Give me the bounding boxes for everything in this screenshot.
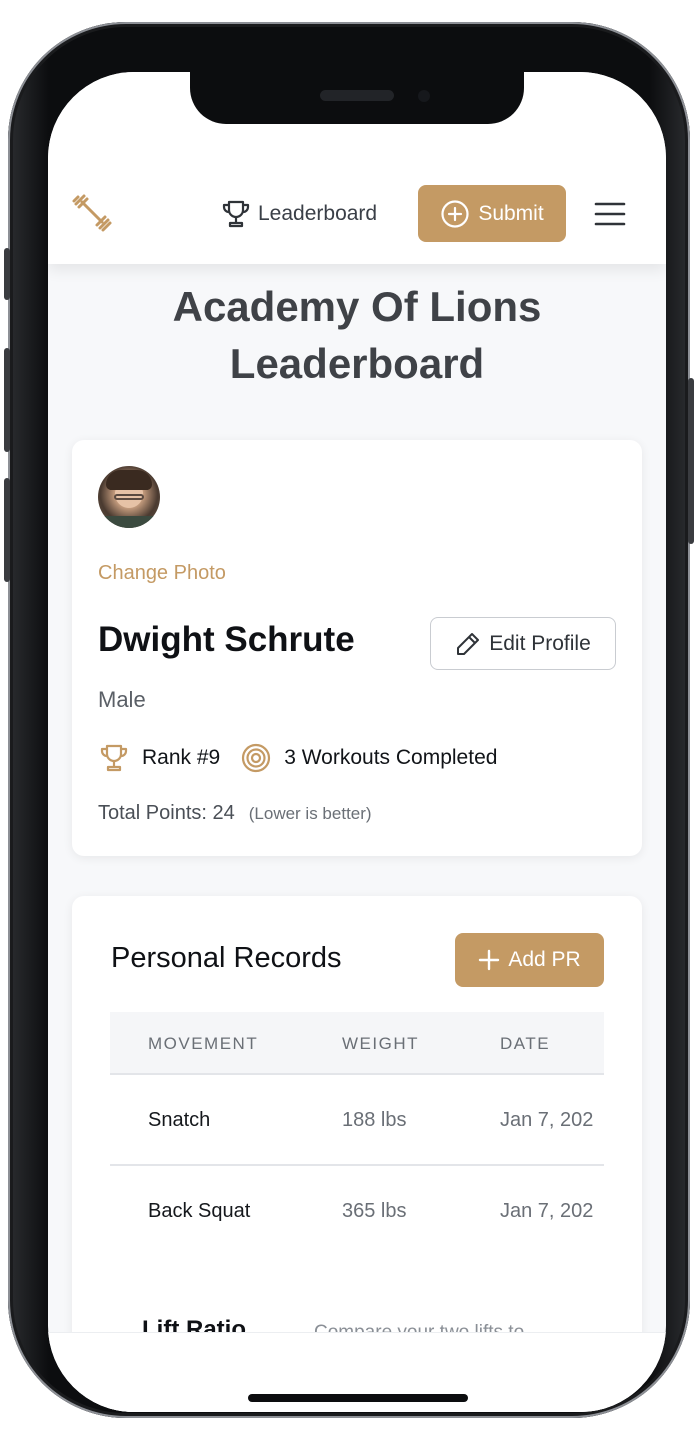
table-header: MOVEMENT WEIGHT DATE xyxy=(110,1012,604,1075)
row-movement: Back Squat xyxy=(148,1200,251,1222)
row-movement: Snatch xyxy=(148,1109,211,1131)
volume-down-button xyxy=(4,478,10,582)
nav-leaderboard-link[interactable]: Leaderboard xyxy=(220,196,377,232)
row-weight: 188 lbs xyxy=(342,1109,407,1131)
trophy-icon xyxy=(222,200,250,228)
page-title-text: Academy Of Lions Leaderboard xyxy=(172,283,542,387)
power-button xyxy=(688,378,694,544)
phone-screen: Leaderboard Submit Academy Of Lions Lead… xyxy=(48,72,666,1412)
page-title: Academy Of Lions Leaderboard xyxy=(48,278,666,392)
avatar[interactable] xyxy=(98,466,160,528)
front-camera xyxy=(418,90,430,102)
plus-icon xyxy=(479,949,500,971)
pencil-icon xyxy=(457,632,480,655)
rank-stat: Rank #9 xyxy=(98,742,220,774)
records-table: MOVEMENT WEIGHT DATE Snatch 188 lbs Jan … xyxy=(110,1012,604,1278)
edit-profile-label: Edit Profile xyxy=(489,631,591,655)
total-points-text: Total Points: 24 xyxy=(98,802,235,824)
table-row[interactable]: Snatch 188 lbs Jan 7, 202 xyxy=(110,1075,604,1166)
plus-circle-icon xyxy=(441,199,469,228)
avatar-glasses xyxy=(114,494,144,500)
profile-name: Dwight Schrute xyxy=(98,620,355,659)
add-pr-button[interactable]: Add PR xyxy=(455,933,604,987)
avatar-hair xyxy=(106,470,152,490)
profile-stats: Rank #9 3 Workouts Completed xyxy=(98,742,517,774)
notch xyxy=(190,72,524,124)
phone-frame: Leaderboard Submit Academy Of Lions Lead… xyxy=(4,22,694,1418)
volume-up-button xyxy=(4,348,10,452)
target-icon xyxy=(242,743,271,773)
hamburger-menu-icon[interactable] xyxy=(594,198,626,230)
row-date: Jan 7, 202 xyxy=(500,1109,594,1131)
dumbbell-icon[interactable] xyxy=(70,190,114,234)
profile-card: Change Photo Dwight Schrute Edit Profile… xyxy=(72,440,642,856)
row-weight: 365 lbs xyxy=(342,1200,407,1222)
submit-label: Submit xyxy=(478,201,544,225)
add-pr-label: Add PR xyxy=(508,948,581,971)
column-header-weight: WEIGHT xyxy=(342,1034,419,1053)
rank-text: Rank #9 xyxy=(142,746,221,769)
nav-leaderboard-label: Leaderboard xyxy=(258,202,378,225)
speaker-grille xyxy=(320,90,394,101)
total-points: Total Points: 24 (Lower is better) xyxy=(98,802,372,825)
personal-records-title: Personal Records xyxy=(111,942,342,974)
row-date: Jan 7, 202 xyxy=(500,1200,594,1222)
points-note: (Lower is better) xyxy=(248,804,372,823)
avatar-shirt xyxy=(98,516,160,528)
submit-button[interactable]: Submit xyxy=(418,185,566,242)
trophy-icon xyxy=(100,744,128,772)
column-header-movement: MOVEMENT xyxy=(148,1034,259,1053)
home-indicator[interactable] xyxy=(248,1394,468,1402)
workouts-text: 3 Workouts Completed xyxy=(284,746,498,769)
change-photo-link[interactable]: Change Photo xyxy=(98,562,226,585)
silent-switch xyxy=(4,248,10,300)
column-header-date: DATE xyxy=(500,1034,551,1053)
table-row[interactable]: Back Squat 365 lbs Jan 7, 202 xyxy=(110,1166,604,1257)
workouts-stat: 3 Workouts Completed xyxy=(240,742,497,774)
gender-text: Male xyxy=(98,687,146,712)
edit-profile-button[interactable]: Edit Profile xyxy=(430,617,616,670)
